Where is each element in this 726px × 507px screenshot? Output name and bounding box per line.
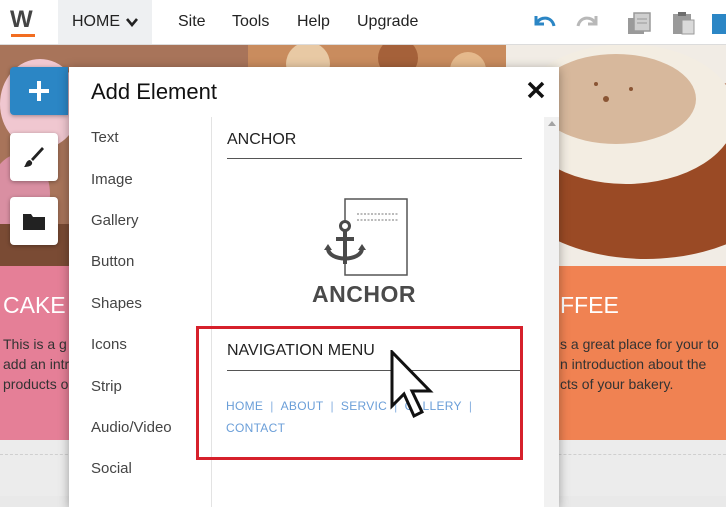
category-icons[interactable]: Icons <box>69 324 211 365</box>
logo-letter: W <box>10 6 33 33</box>
panel-scrollbar[interactable] <box>544 117 559 507</box>
menu-upgrade[interactable]: Upgrade <box>357 0 418 44</box>
weebly-logo[interactable]: W <box>10 6 36 37</box>
add-element-button[interactable] <box>10 67 68 115</box>
cake-card-title: CAKE <box>3 292 66 318</box>
anchor-icon <box>324 198 408 276</box>
coffee-card-text: s a great place for your to n introducti… <box>560 336 719 392</box>
anchor-preview-label: ANCHOR <box>312 281 416 307</box>
cake-card-text: This is a g add an intr products o <box>3 336 70 392</box>
category-image[interactable]: Image <box>69 158 211 199</box>
category-strip[interactable]: Strip <box>69 365 211 406</box>
scroll-up-arrow[interactable] <box>548 121 556 126</box>
anchor-section-rule <box>227 158 522 159</box>
anchor-section-heading: ANCHOR <box>227 131 297 148</box>
coffee-card-title: FFEE <box>560 292 619 318</box>
category-button[interactable]: Button <box>69 241 211 282</box>
menu-tools[interactable]: Tools <box>232 0 269 44</box>
category-text[interactable]: Text <box>69 117 211 158</box>
category-shapes[interactable]: Shapes <box>69 283 211 324</box>
folder-icon <box>23 214 45 230</box>
category-social[interactable]: Social <box>69 448 211 489</box>
mouse-cursor-icon <box>390 350 434 419</box>
publish-icon[interactable] <box>712 10 726 36</box>
menu-site[interactable]: Site <box>178 0 206 44</box>
logo-underline <box>11 34 35 37</box>
paintbrush-icon <box>24 147 44 167</box>
copy-page-icon[interactable] <box>626 10 654 36</box>
design-button[interactable] <box>10 133 58 181</box>
chevron-down-icon <box>126 18 138 27</box>
close-icon[interactable] <box>525 79 547 101</box>
paste-page-icon[interactable] <box>670 10 698 36</box>
menu-help[interactable]: Help <box>297 0 330 44</box>
category-gallery[interactable]: Gallery <box>69 200 211 241</box>
undo-icon[interactable] <box>530 10 558 36</box>
plus-icon <box>29 81 49 101</box>
highlight-box <box>196 326 523 460</box>
files-button[interactable] <box>10 197 58 245</box>
anchor-element-tile[interactable]: ANCHOR <box>300 196 440 307</box>
redo-icon[interactable] <box>574 10 602 36</box>
home-page-dropdown[interactable]: HOME <box>58 0 152 44</box>
category-audio-video[interactable]: Audio/Video <box>69 407 211 448</box>
category-list: Text Image Gallery Button Shapes Icons S… <box>69 117 211 490</box>
top-bar: W HOME Site Tools Help Upgrade <box>0 0 726 45</box>
panel-title: Add Element <box>91 79 217 104</box>
home-label: HOME <box>72 13 120 30</box>
